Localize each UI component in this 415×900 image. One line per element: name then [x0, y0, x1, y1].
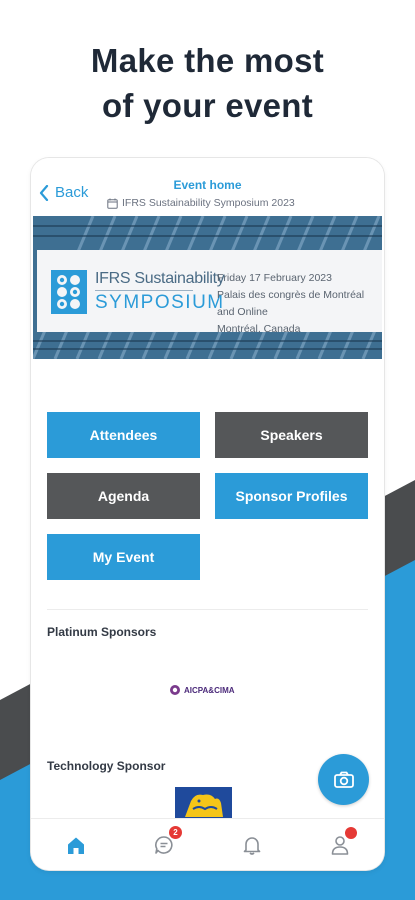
my-event-button[interactable]: My Event — [47, 534, 200, 580]
bell-icon — [243, 837, 261, 855]
sponsor-profiles-button[interactable]: Sponsor Profiles — [215, 473, 368, 519]
event-banner: IFRS Sustainability SYMPOSIUM Friday 17 … — [33, 216, 382, 359]
chat-icon — [155, 836, 173, 854]
platinum-sponsors-heading: Platinum Sponsors — [47, 625, 157, 639]
tab-notifications[interactable] — [237, 831, 267, 859]
platinum-sponsor-logo[interactable]: AICPA&CIMA — [169, 684, 235, 696]
tab-profile[interactable] — [325, 827, 357, 859]
event-city: Montréal, Canada — [217, 323, 301, 335]
banner-event-card: IFRS Sustainability SYMPOSIUM Friday 17 … — [37, 250, 382, 335]
person-icon — [331, 836, 349, 855]
aicpa-logo-icon — [170, 685, 180, 695]
camera-icon — [333, 771, 354, 788]
profile-notification-dot — [345, 827, 357, 839]
event-subtitle: IFRS Sustainability Symposium 2023 — [107, 197, 295, 209]
home-icon — [68, 837, 84, 854]
bottom-tab-bar: 2 — [31, 818, 384, 870]
event-venue: Palais des congrès de Montréal and Onlin… — [217, 289, 365, 318]
page-title: Event home — [173, 178, 242, 192]
banner-logo-line-2: SYMPOSIUM — [95, 292, 225, 313]
technology-sponsor-logo[interactable] — [175, 787, 232, 819]
calendar-icon — [107, 198, 118, 209]
attendees-button[interactable]: Attendees — [47, 412, 200, 458]
navigation-bar: Back Event home IFRS Sustainability Symp… — [31, 158, 384, 215]
speakers-button[interactable]: Speakers — [215, 412, 368, 458]
divider — [47, 609, 368, 610]
banner-logo-rule — [95, 290, 193, 291]
main-content: Attendees Speakers Agenda Sponsor Profil… — [31, 359, 384, 819]
tab-messages[interactable]: 2 — [149, 826, 182, 859]
headline-line-1: Make the most — [90, 42, 325, 79]
rbc-lion-logo-icon — [175, 787, 232, 819]
marketing-headline: Make the most of your event — [0, 38, 415, 128]
messages-badge: 2 — [169, 826, 182, 839]
agenda-button[interactable]: Agenda — [47, 473, 200, 519]
event-date: Friday 17 February 2023 — [217, 272, 332, 284]
aicpa-logo-text: AICPA&CIMA — [184, 685, 235, 695]
banner-event-info: Friday 17 February 2023 Palais des congr… — [217, 270, 382, 338]
camera-fab-button[interactable] — [318, 754, 369, 805]
tab-home[interactable] — [61, 831, 91, 859]
banner-logo-line-1: IFRS Sustainability — [95, 270, 225, 287]
technology-sponsor-heading: Technology Sponsor — [47, 759, 166, 773]
headline-line-2: of your event — [101, 87, 314, 124]
phone-screen: Back Event home IFRS Sustainability Symp… — [31, 158, 384, 870]
ifrs-logo-icon — [51, 270, 87, 314]
event-subtitle-text: IFRS Sustainability Symposium 2023 — [122, 197, 295, 209]
